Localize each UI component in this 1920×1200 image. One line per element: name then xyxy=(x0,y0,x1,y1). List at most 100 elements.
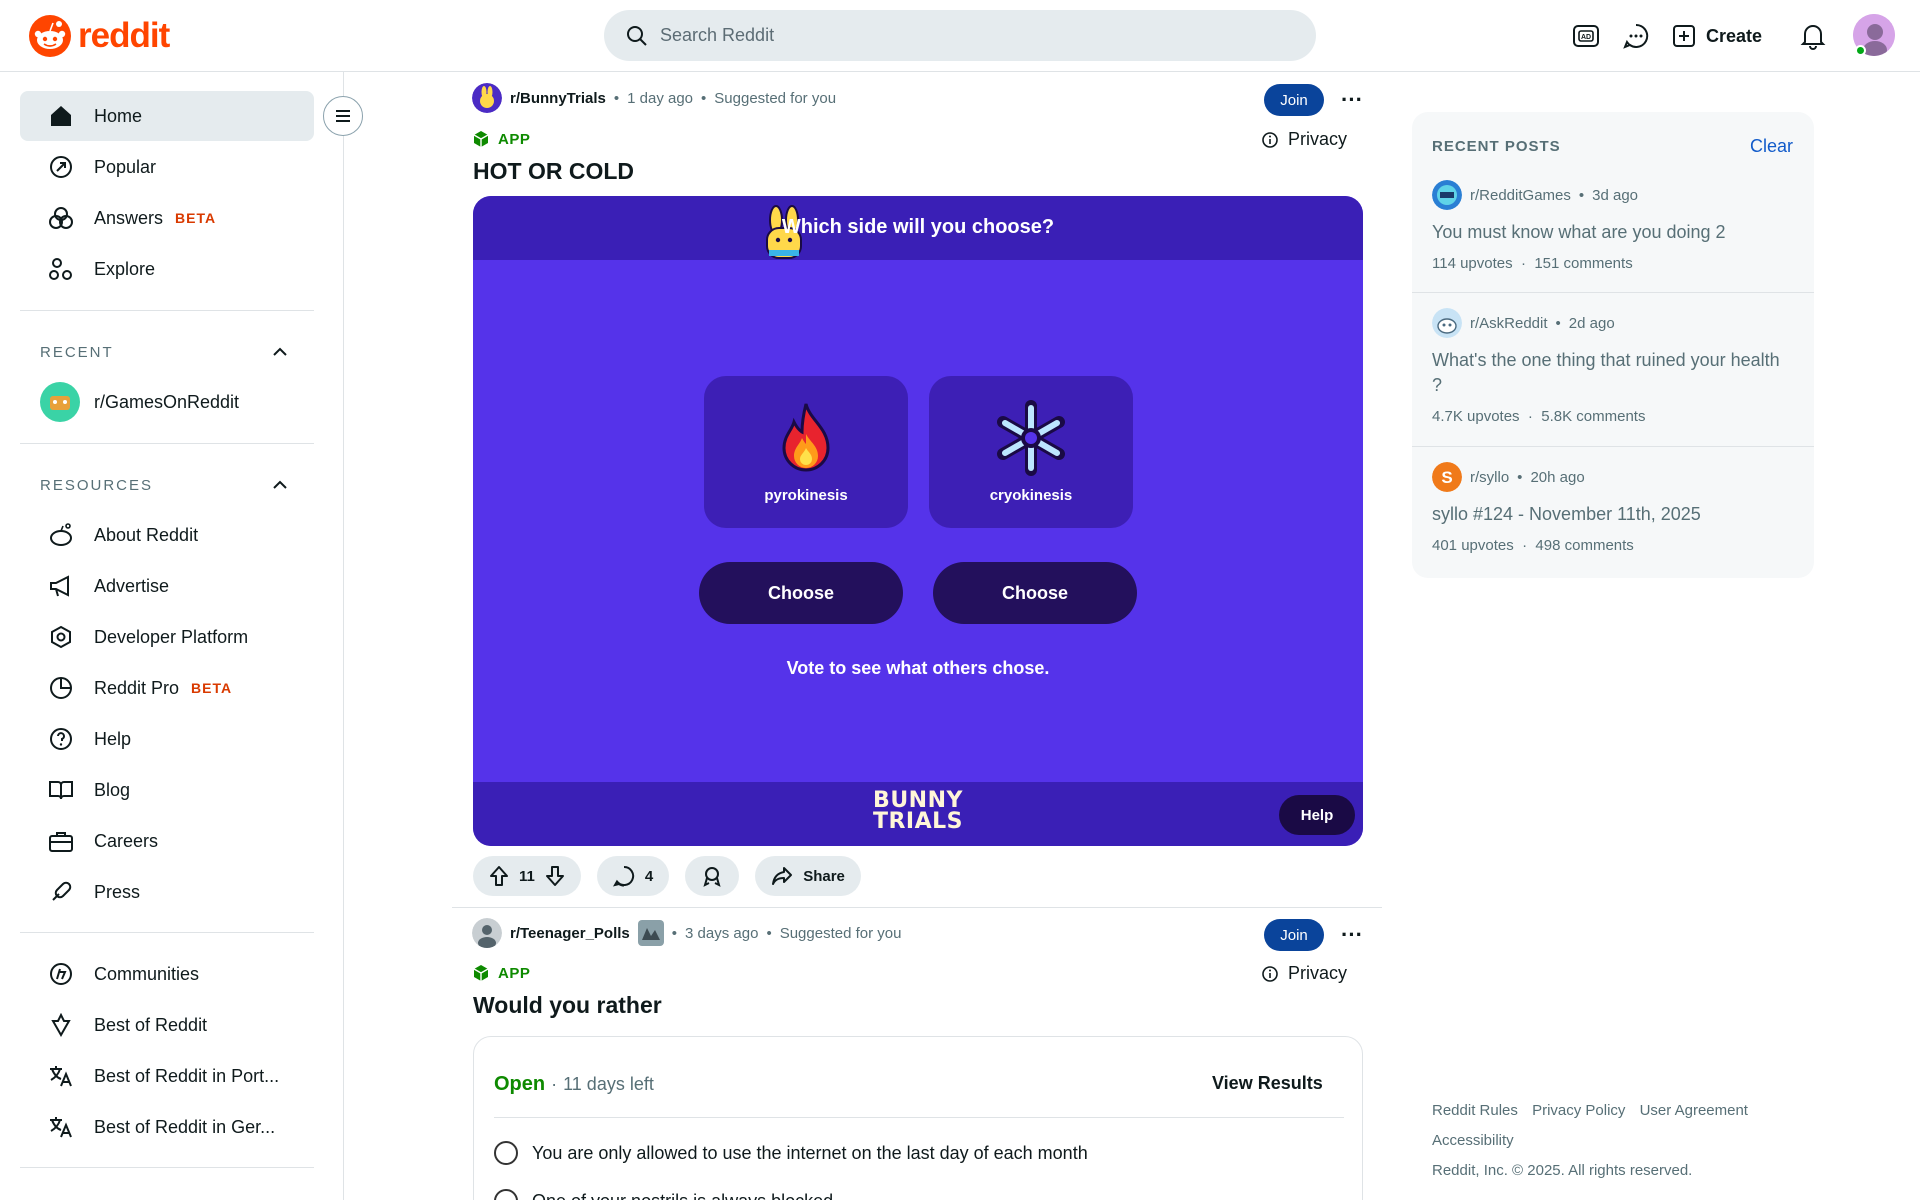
nav-label: Home xyxy=(94,105,143,126)
resource-label: About Reddit xyxy=(94,524,199,545)
nav-best-of-reddit-german[interactable]: Best of Reddit in Ger... xyxy=(20,1102,314,1152)
svg-text:S: S xyxy=(1441,468,1452,487)
app-cube-icon xyxy=(473,131,489,147)
recent-item-gamesonreddit[interactable]: r/GamesOnReddit xyxy=(20,377,314,427)
advertise-icon[interactable]: AD xyxy=(1570,20,1602,52)
award-icon xyxy=(703,867,721,887)
subreddit-link[interactable]: r/Teenager_Polls xyxy=(510,925,630,942)
svg-text:AD: AD xyxy=(1581,34,1591,41)
game-footer-bar: BUNNY TRIALS Help xyxy=(473,782,1363,846)
post-time: 1 day ago xyxy=(627,89,694,107)
suggested-label: Suggested for you xyxy=(779,924,902,942)
chevron-up-icon[interactable] xyxy=(270,342,290,362)
option-card-cryokinesis[interactable]: cryokinesis xyxy=(929,376,1133,528)
nav-home[interactable]: Home xyxy=(20,91,314,141)
upvote-icon[interactable] xyxy=(489,865,509,887)
flair-image xyxy=(637,920,664,946)
search-input[interactable] xyxy=(660,25,1260,46)
clear-recent-button[interactable]: Clear xyxy=(1750,136,1793,157)
recent-post-time: 2d ago xyxy=(1568,314,1615,332)
beta-badge: BETA xyxy=(191,680,233,696)
communities-icon xyxy=(48,961,74,987)
post-title[interactable]: Would you rather xyxy=(473,992,662,1019)
nav-label: Popular xyxy=(94,156,157,177)
poll-option[interactable]: You are only allowed to use the internet… xyxy=(494,1141,1088,1165)
subreddit-avatar[interactable] xyxy=(472,83,502,113)
resource-reddit-pro[interactable]: Reddit Pro BETA xyxy=(20,663,314,713)
poll-option[interactable]: One of your nostrils is always blocked xyxy=(494,1189,833,1200)
sidebar-divider xyxy=(20,932,314,933)
post-title[interactable]: HOT OR COLD xyxy=(473,158,634,185)
resources-section-title[interactable]: RESOURCES xyxy=(40,477,153,494)
post-card: r/BunnyTrials • 1 day ago • Suggested fo… xyxy=(452,72,1382,908)
footer-link-accessibility[interactable]: Accessibility xyxy=(1432,1132,1514,1149)
suggested-label: Suggested for you xyxy=(714,89,837,107)
privacy-link[interactable]: Privacy xyxy=(1262,129,1347,150)
resource-blog[interactable]: Blog xyxy=(20,765,314,815)
award-button[interactable] xyxy=(685,856,740,896)
resource-label: Help xyxy=(94,728,132,749)
recent-post-stats: 401 upvotes · 498 comments xyxy=(1432,537,1634,554)
poll-status: Open · 11 days left xyxy=(494,1073,654,1095)
search-bar[interactable] xyxy=(604,10,1316,61)
best-icon xyxy=(48,1012,74,1038)
choose-cryokinesis-button[interactable]: Choose xyxy=(933,562,1137,624)
recent-item-label: r/GamesOnReddit xyxy=(94,391,240,412)
share-button[interactable]: Share xyxy=(755,856,861,896)
recent-section-title[interactable]: RECENT xyxy=(40,344,114,361)
option-card-pyrokinesis[interactable]: pyrokinesis xyxy=(704,376,908,528)
privacy-link[interactable]: Privacy xyxy=(1262,963,1347,984)
downvote-icon[interactable] xyxy=(545,865,565,887)
resource-about-reddit[interactable]: About Reddit xyxy=(20,510,314,560)
resource-press[interactable]: Press xyxy=(20,867,314,917)
game-question: Which side will you choose? xyxy=(781,216,1055,238)
recent-post-title: What's the one thing that ruined your he… xyxy=(1432,350,1780,395)
resource-developer-platform[interactable]: Developer Platform xyxy=(20,612,314,662)
nav-label: Best of Reddit xyxy=(94,1014,208,1035)
explore-icon xyxy=(48,256,74,282)
radio-button[interactable] xyxy=(494,1189,518,1200)
reddit-logo[interactable]: reddit xyxy=(28,14,170,58)
footer-link-user-agreement[interactable]: User Agreement xyxy=(1640,1102,1748,1119)
nav-answers[interactable]: Answers BETA xyxy=(20,193,314,243)
poll-time-left: 11 days left xyxy=(563,1074,654,1094)
footer-link-rules[interactable]: Reddit Rules xyxy=(1432,1102,1518,1119)
reddit-pro-icon xyxy=(48,675,74,701)
more-options-icon[interactable]: ··· xyxy=(1336,84,1368,116)
choose-pyrokinesis-button[interactable]: Choose xyxy=(699,562,903,624)
footer-link-privacy[interactable]: Privacy Policy xyxy=(1532,1102,1625,1119)
more-options-icon[interactable]: ··· xyxy=(1336,919,1368,951)
join-button[interactable]: Join xyxy=(1264,919,1324,951)
nav-popular[interactable]: Popular xyxy=(20,142,314,192)
nav-explore[interactable]: Explore xyxy=(20,244,314,294)
translate-icon xyxy=(48,1063,74,1089)
nav-communities[interactable]: Communities xyxy=(20,949,314,999)
recent-post-item[interactable]: r/RedditGames • 3d ago You must know wha… xyxy=(1432,180,1794,272)
create-button[interactable]: Create xyxy=(1672,16,1762,56)
share-label: Share xyxy=(803,867,845,885)
comments-button[interactable]: 4 xyxy=(596,856,670,896)
nav-best-of-reddit[interactable]: Best of Reddit xyxy=(20,1000,314,1050)
subreddit-avatar[interactable] xyxy=(472,918,502,948)
resource-advertise[interactable]: Advertise xyxy=(20,561,314,611)
resource-careers[interactable]: Careers xyxy=(20,816,314,866)
notifications-bell-icon[interactable] xyxy=(1797,20,1829,52)
chat-icon[interactable] xyxy=(1620,20,1652,52)
recent-post-item[interactable]: r/AskReddit • 2d ago What's the one thin… xyxy=(1432,308,1794,425)
resource-help[interactable]: Help xyxy=(20,714,314,764)
answers-icon xyxy=(48,205,74,231)
view-results-button[interactable]: View Results xyxy=(1212,1073,1323,1094)
recent-post-title: syllo #124 - November 11th, 2025 xyxy=(1432,504,1701,524)
recent-post-item[interactable]: S r/syllo • 20h ago syllo #124 - Novembe… xyxy=(1432,462,1794,554)
chevron-up-icon[interactable] xyxy=(270,475,290,495)
plus-icon xyxy=(1673,25,1695,47)
game-help-button[interactable]: Help xyxy=(1279,795,1355,835)
collapse-sidebar-button[interactable] xyxy=(323,96,363,136)
privacy-label: Privacy xyxy=(1288,129,1348,149)
app-label: APP xyxy=(498,130,531,148)
footer-links: Reddit Rules Privacy Policy User Agreeme… xyxy=(1432,1096,1812,1186)
join-button[interactable]: Join xyxy=(1264,84,1324,116)
radio-button[interactable] xyxy=(494,1141,518,1165)
subreddit-link[interactable]: r/BunnyTrials xyxy=(510,90,606,107)
nav-best-of-reddit-portuguese[interactable]: Best of Reddit in Port... xyxy=(20,1051,314,1101)
